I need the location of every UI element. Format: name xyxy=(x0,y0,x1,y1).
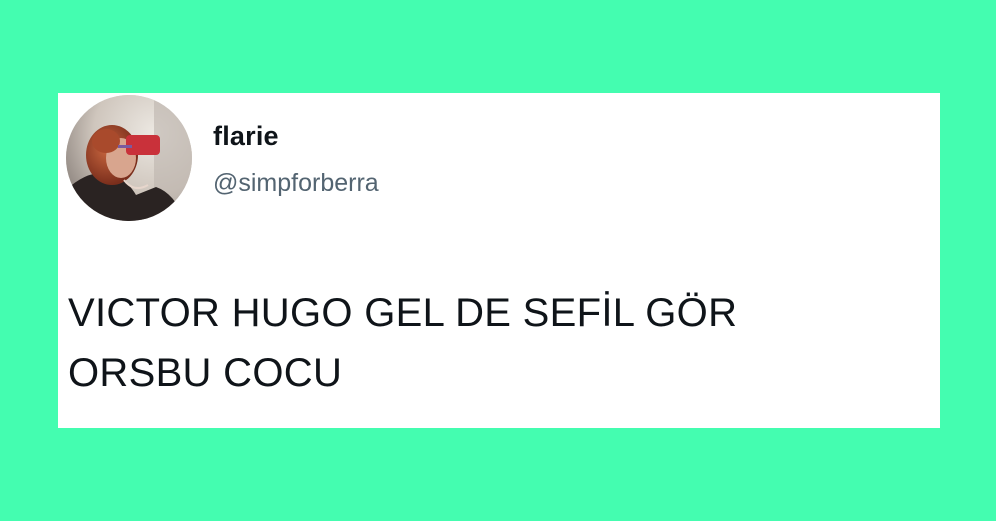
tweet-card: flarie @simpforberra VICTOR HUGO GEL DE … xyxy=(58,93,940,428)
display-name[interactable]: flarie xyxy=(213,121,279,152)
tweet-text-line: ORSBU COCU xyxy=(68,351,343,395)
user-handle[interactable]: @simpforberra xyxy=(213,169,379,198)
avatar-image xyxy=(66,95,192,221)
tweet-text-line: VICTOR HUGO GEL DE SEFİL GÖR xyxy=(68,291,738,335)
tweet-text: VICTOR HUGO GEL DE SEFİL GÖR ORSBU COCU xyxy=(68,283,928,403)
avatar[interactable] xyxy=(66,95,192,221)
